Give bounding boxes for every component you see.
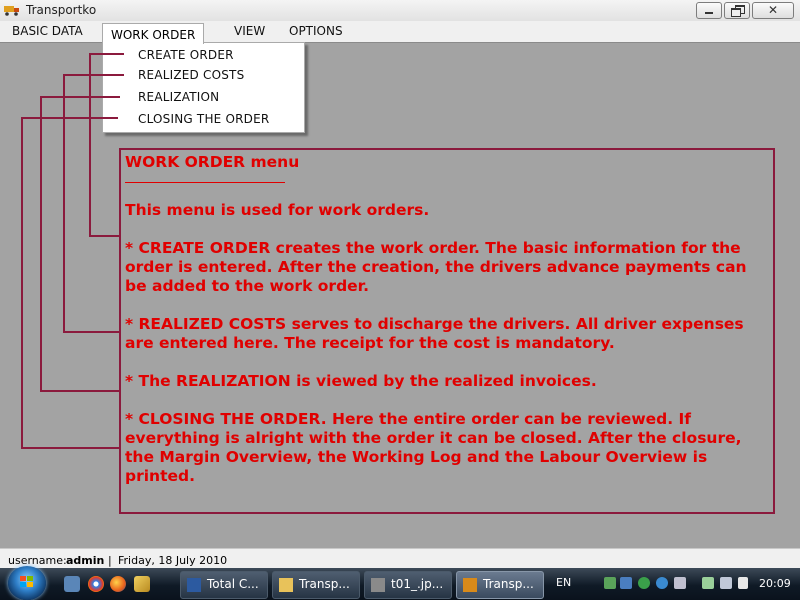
help-create-order: * CREATE ORDER creates the work order. T… <box>125 239 747 295</box>
work-order-dropdown: CREATE ORDER REALIZED COSTS REALIZATION … <box>102 42 305 133</box>
status-bar: username: admin | Friday, 18 July 2010 <box>0 548 800 569</box>
window-title: Transportko <box>26 3 97 17</box>
help-realized-costs: * REALIZED COSTS serves to discharge the… <box>125 315 744 352</box>
task-transportko-app[interactable]: Transp... <box>456 571 544 599</box>
image-viewer-icon <box>371 578 385 592</box>
menu-item-realized-costs[interactable]: REALIZED COSTS <box>138 68 244 82</box>
start-button[interactable] <box>8 566 46 600</box>
task-transportko-folder[interactable]: Transp... <box>272 571 360 599</box>
task-image-viewer[interactable]: t01_.jp... <box>364 571 452 599</box>
menu-work-order-label: WORK ORDER <box>111 28 196 42</box>
username-value: admin <box>66 554 105 567</box>
truck-icon <box>4 6 19 16</box>
task-total-commander[interactable]: Total C... <box>180 571 268 599</box>
help-intro: This menu is used for work orders. <box>125 201 430 219</box>
floppy-icon <box>187 578 201 592</box>
tray-app-icon[interactable] <box>620 577 632 589</box>
quicklaunch-app-icon[interactable] <box>134 576 150 592</box>
menu-work-order[interactable]: WORK ORDER <box>102 23 204 44</box>
menu-basic-data[interactable]: BASIC DATA <box>12 24 83 38</box>
menu-item-realization[interactable]: REALIZATION <box>138 90 219 104</box>
menu-options[interactable]: OPTIONS <box>289 24 343 38</box>
help-text: WORK ORDER menu This menu is used for wo… <box>125 153 765 486</box>
language-indicator[interactable]: EN <box>556 576 571 589</box>
network-icon[interactable] <box>720 577 732 589</box>
close-icon: ✕ <box>767 3 779 17</box>
close-button[interactable]: ✕ <box>752 2 794 19</box>
folder-icon <box>279 578 293 592</box>
tray-app-icon[interactable] <box>638 577 650 589</box>
clock[interactable]: 20:09 <box>759 577 791 590</box>
firefox-icon[interactable] <box>110 576 126 592</box>
tray-app-icon[interactable] <box>674 577 686 589</box>
windows-logo-icon <box>20 576 34 589</box>
menu-item-closing-the-order[interactable]: CLOSING THE ORDER <box>138 112 269 126</box>
chrome-icon[interactable] <box>88 576 104 592</box>
truck-icon <box>463 578 477 592</box>
tray-app-icon[interactable] <box>656 577 668 589</box>
volume-icon[interactable] <box>738 577 748 589</box>
help-realization: * The REALIZATION is viewed by the reali… <box>125 372 597 390</box>
minimize-button[interactable] <box>696 2 722 19</box>
maximize-button[interactable] <box>724 2 750 19</box>
status-date: Friday, 18 July 2010 <box>118 554 228 567</box>
taskbar: Total C... Transp... t01_.jp... Transp..… <box>0 566 800 600</box>
menu-view[interactable]: VIEW <box>234 24 265 38</box>
help-box: WORK ORDER menu This menu is used for wo… <box>119 148 775 514</box>
menu-item-create-order[interactable]: CREATE ORDER <box>138 48 234 62</box>
tray-app-icon[interactable] <box>604 577 616 589</box>
show-desktop-icon[interactable] <box>64 576 80 592</box>
title-bar: Transportko ✕ <box>0 0 800 22</box>
username-label: username: <box>8 554 67 567</box>
help-closing-order: * CLOSING THE ORDER. Here the entire ord… <box>125 410 742 485</box>
heading-underline <box>125 182 285 183</box>
tray-app-icon[interactable] <box>702 577 714 589</box>
status-separator: | <box>108 554 112 567</box>
minimize-icon <box>705 12 713 14</box>
help-heading: WORK ORDER menu <box>125 153 300 171</box>
